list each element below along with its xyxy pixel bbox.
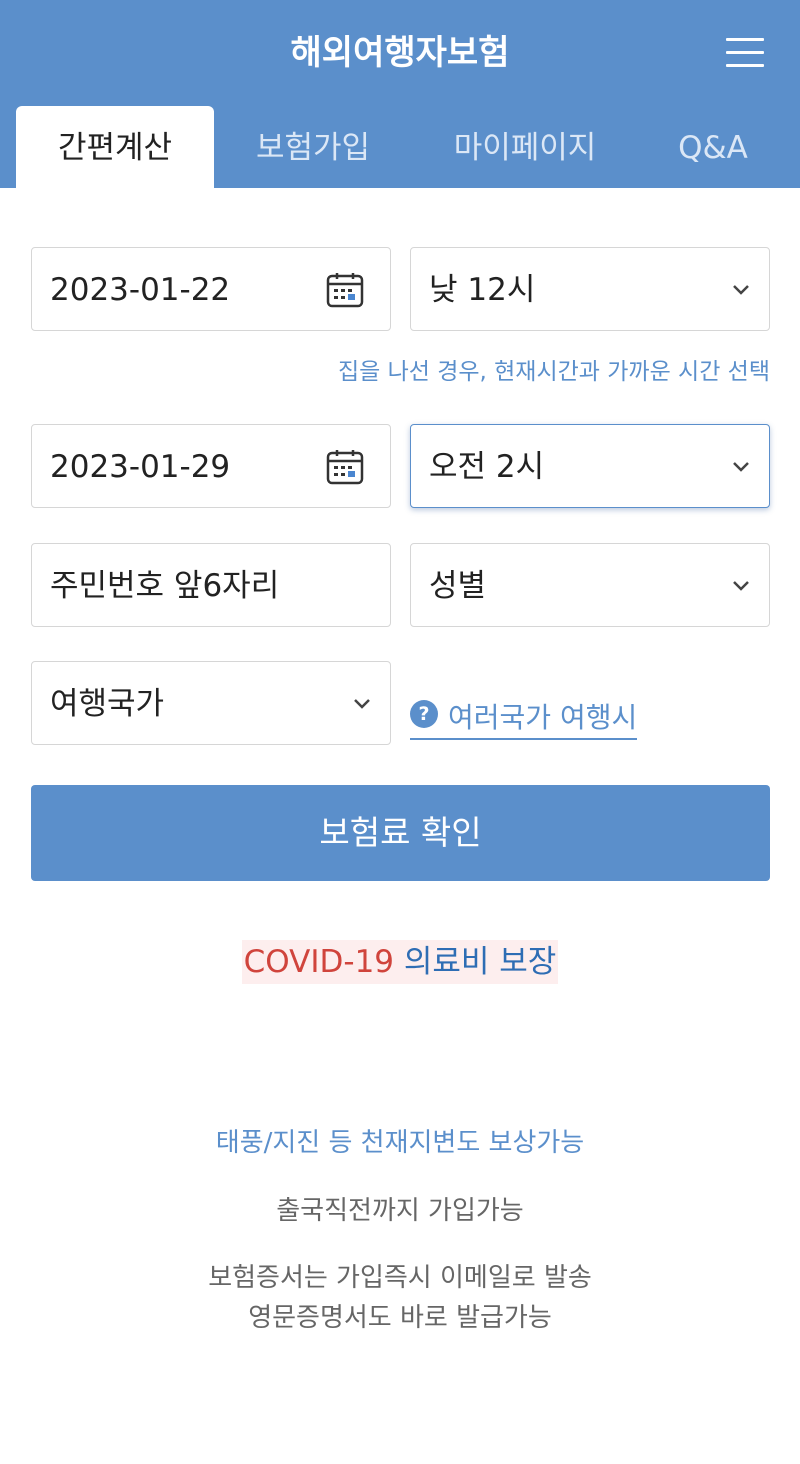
feature-certificate-line1: 보험증서는 가입즉시 이메일로 발송: [208, 1263, 592, 1293]
gender-select[interactable]: 성별: [410, 543, 770, 627]
gender-placeholder: 성별: [429, 568, 487, 604]
multi-country-link-label: 여러국가 여행시: [448, 701, 638, 734]
depart-time-select[interactable]: 낮 12시: [410, 247, 770, 331]
return-date-field[interactable]: 2023-01-29: [31, 424, 391, 508]
chevron-down-icon: [733, 285, 749, 295]
country-select[interactable]: 여행국가: [31, 661, 391, 745]
depart-time-hint: 집을 나선 경우, 현재시간과 가까운 시간 선택: [337, 359, 770, 385]
return-time-value: 오전 2시: [429, 449, 545, 485]
feature-natural-disaster: 태풍/지진 등 천재지변도 보상가능: [215, 1128, 585, 1158]
feature-signup-before-departure: 출국직전까지 가입가능: [276, 1196, 524, 1226]
covid-banner: COVID-19 의료비 보장: [0, 940, 800, 984]
tab-insurance-signup[interactable]: 보험가입: [214, 106, 412, 188]
chevron-down-icon: [733, 581, 749, 591]
depart-date-value: 2023-01-22: [50, 272, 231, 308]
main-tabs: 간편계산 보험가입 마이페이지 Q&A: [0, 106, 800, 188]
covid-label: COVID-19: [243, 944, 395, 980]
depart-date-field[interactable]: 2023-01-22: [31, 247, 391, 331]
multi-country-link[interactable]: ? 여러국가 여행시: [410, 696, 638, 740]
return-date-value: 2023-01-29: [50, 449, 231, 485]
feature-certificate: 보험증서는 가입즉시 이메일로 발송 영문증명서도 바로 발급가능: [0, 1258, 800, 1338]
check-premium-button[interactable]: 보험료 확인: [31, 785, 770, 881]
birth-number-input[interactable]: 주민번호 앞6자리: [31, 543, 391, 627]
chevron-down-icon: [733, 462, 749, 472]
return-time-select[interactable]: 오전 2시: [410, 424, 770, 508]
chevron-down-icon: [354, 699, 370, 709]
app-header: 해외여행자보험 간편계산 보험가입 마이페이지 Q&A: [0, 0, 800, 188]
calendar-icon[interactable]: [326, 449, 364, 485]
question-icon: ?: [410, 700, 438, 728]
birth-number-placeholder: 주민번호 앞6자리: [50, 568, 280, 604]
calendar-icon[interactable]: [326, 272, 364, 308]
country-placeholder: 여행국가: [50, 686, 165, 722]
feature-certificate-line2: 영문증명서도 바로 발급가능: [248, 1303, 552, 1333]
app-title: 해외여행자보험: [290, 33, 510, 73]
tab-qna[interactable]: Q&A: [638, 106, 788, 188]
depart-time-value: 낮 12시: [429, 272, 536, 308]
tab-mypage[interactable]: 마이페이지: [412, 106, 638, 188]
medical-coverage-label: 의료비 보장: [403, 944, 557, 980]
tab-quick-calc[interactable]: 간편계산: [16, 106, 214, 188]
hamburger-menu-icon[interactable]: [722, 34, 768, 70]
